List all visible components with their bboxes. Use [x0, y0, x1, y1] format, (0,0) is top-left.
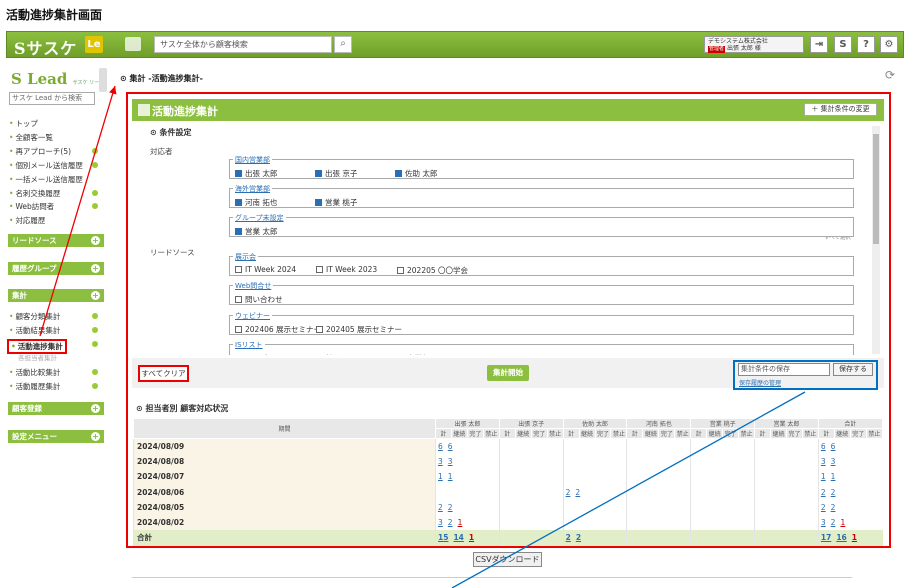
annotation-arrows [39, 85, 806, 588]
blue-arrow [451, 391, 806, 588]
red-arrow [39, 85, 117, 337]
